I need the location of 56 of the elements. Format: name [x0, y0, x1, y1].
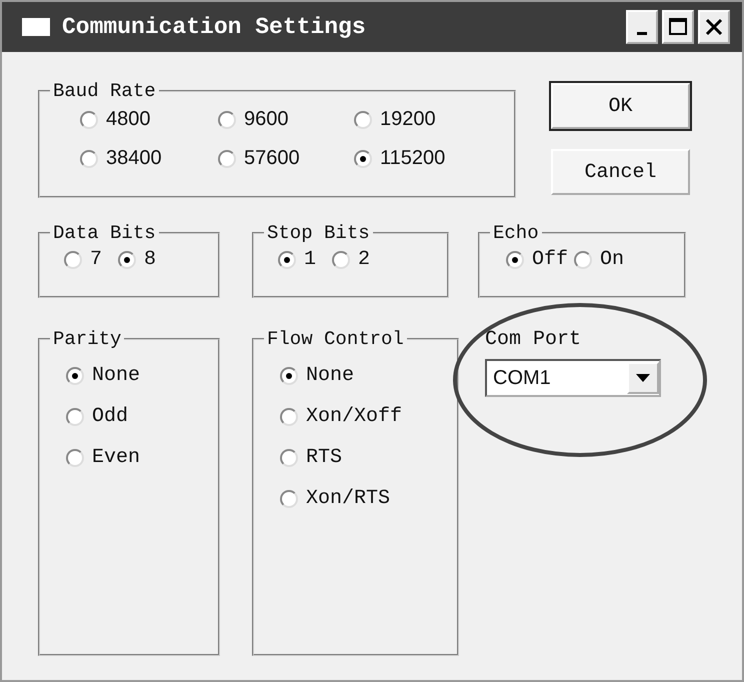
radio-button[interactable]	[118, 250, 136, 268]
radio-label: None	[92, 364, 140, 387]
group-label: Flow Control	[266, 328, 405, 350]
radio-button[interactable]	[574, 250, 592, 268]
radio-button[interactable]	[280, 366, 298, 384]
radio-button[interactable]	[280, 408, 298, 426]
minimize-icon	[637, 32, 647, 34]
group-label: Data Bits	[52, 222, 157, 244]
radio-button[interactable]	[278, 250, 296, 268]
radio-label: Xon/Xoff	[306, 405, 402, 428]
radio-button[interactable]	[354, 150, 372, 168]
radio-button[interactable]	[506, 250, 524, 268]
radio-button[interactable]	[332, 250, 350, 268]
window-icon	[22, 18, 50, 36]
radio-button[interactable]	[218, 150, 236, 168]
radio-label: 38400	[106, 147, 162, 170]
radio-button[interactable]	[280, 490, 298, 508]
radio-button[interactable]	[66, 366, 84, 384]
group-label: Echo	[492, 222, 540, 244]
radio-label: 115200	[380, 147, 446, 170]
minimize-button[interactable]	[626, 10, 658, 44]
close-icon	[703, 16, 725, 38]
window-title: Communication Settings	[62, 14, 367, 40]
ok-button[interactable]: OK	[551, 83, 690, 129]
com-port-label: Com Port	[485, 328, 582, 351]
group-label: Baud Rate	[52, 80, 157, 102]
radio-button[interactable]	[354, 110, 372, 128]
radio-button[interactable]	[218, 110, 236, 128]
close-button[interactable]	[698, 10, 730, 44]
radio-label: 4800	[106, 108, 150, 131]
radio-label: On	[600, 248, 624, 271]
radio-label: None	[306, 364, 354, 387]
radio-label: Xon/RTS	[306, 487, 390, 510]
radio-label: 1	[304, 248, 316, 271]
radio-label: 57600	[244, 147, 300, 170]
radio-label: Odd	[92, 405, 128, 428]
radio-button[interactable]	[280, 448, 298, 466]
com-port-dropdown[interactable]: COM1	[485, 359, 661, 397]
radio-label: 9600	[244, 108, 288, 131]
radio-label: 2	[358, 248, 370, 271]
radio-button[interactable]	[80, 150, 98, 168]
radio-button[interactable]	[66, 448, 84, 466]
radio-button[interactable]	[64, 250, 82, 268]
radio-label: Even	[92, 446, 140, 469]
group-label: Parity	[52, 328, 122, 350]
radio-label: RTS	[306, 446, 342, 469]
radio-label: Off	[532, 248, 568, 271]
radio-label: 8	[144, 248, 156, 271]
maximize-button[interactable]	[662, 10, 694, 44]
cancel-button[interactable]: Cancel	[551, 149, 690, 195]
radio-button[interactable]	[80, 110, 98, 128]
radio-button[interactable]	[66, 408, 84, 426]
maximize-icon	[667, 16, 689, 38]
group-label: Stop Bits	[266, 222, 371, 244]
radio-label: 7	[90, 248, 102, 271]
radio-label: 19200	[380, 108, 436, 131]
